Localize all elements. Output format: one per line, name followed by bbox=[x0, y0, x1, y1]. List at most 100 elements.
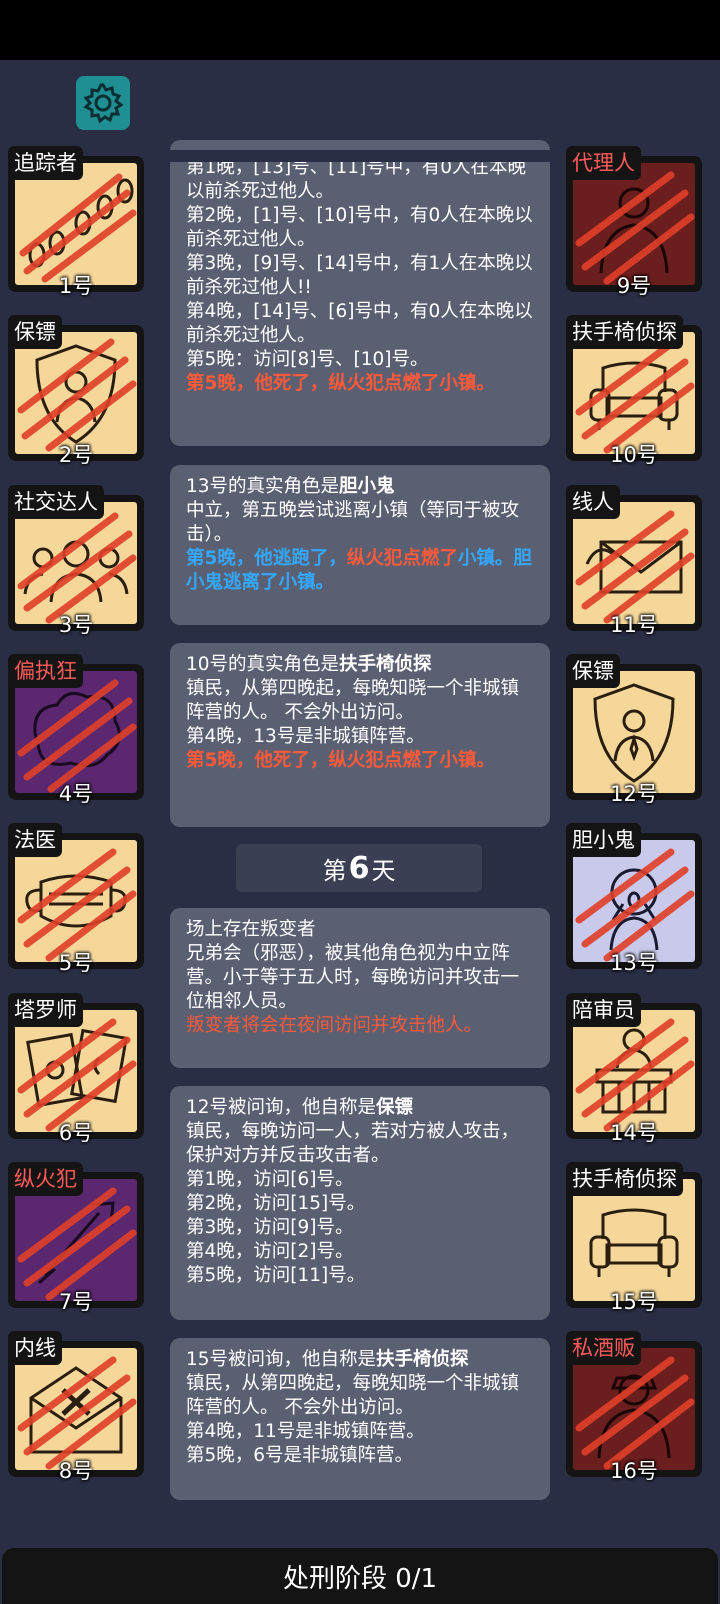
player-card-1[interactable]: 追踪者 1号 bbox=[8, 146, 144, 298]
log-line: 第1晚，访问[6]号。 bbox=[186, 1169, 354, 1190]
scratch-mark-icon bbox=[575, 340, 695, 454]
role-label: 代理人 bbox=[566, 146, 641, 180]
traitor-warning: 叛变者将会在夜间访问并攻击他人。 bbox=[186, 1015, 483, 1036]
role-description: 兄弟会（邪恶），被其他角色视为中立阵营。小于等于五人时，每晚访问并攻击一位相邻人… bbox=[186, 943, 520, 1012]
role-description: 中立，第五晚尝试逃离小镇（等同于被攻击）。 bbox=[186, 500, 520, 545]
log-line: 第4晚，[14]号、[6]号中，有0人在本晚以前杀死过他人。 bbox=[186, 301, 533, 346]
seat-number: 11号 bbox=[610, 613, 658, 637]
player-card-4[interactable]: 偏执狂 4号 bbox=[8, 654, 144, 806]
scratch-mark-icon bbox=[575, 1018, 695, 1132]
log-line: 第1晚，[13]号、[11]号中，有0人在本晚以前杀死过他人。 bbox=[186, 157, 526, 202]
seat-number: 9号 bbox=[616, 274, 652, 298]
scratch-mark-icon bbox=[17, 1356, 137, 1470]
claim-title: 12号被问询，他自称是 bbox=[186, 1097, 377, 1118]
seat-number: 6号 bbox=[58, 1121, 94, 1145]
scroll-mask bbox=[160, 150, 560, 162]
player-card-14[interactable]: 陪审员 14号 bbox=[566, 993, 702, 1145]
seat-number: 1号 bbox=[58, 274, 94, 298]
scratch-mark-icon bbox=[575, 510, 695, 624]
seat-number: 2号 bbox=[58, 443, 94, 467]
claim-role: 保镖 bbox=[376, 1097, 414, 1118]
reveal-role: 扶手椅侦探 bbox=[339, 654, 432, 675]
log-line: 第3晚，访问[9]号。 bbox=[186, 1217, 354, 1238]
scratch-mark-icon bbox=[17, 679, 137, 793]
role-label: 线人 bbox=[566, 485, 620, 519]
log-line: 第4晚，11号是非城镇阵营。 bbox=[186, 1421, 425, 1442]
claim-role: 扶手椅侦探 bbox=[376, 1349, 469, 1370]
log-line: 第4晚，访问[2]号。 bbox=[186, 1241, 354, 1262]
log-message-claim-15: 15号被问询，他自称是扶手椅侦探 镇民，从第四晚起，每晚知晓一个非城镇阵营的人。… bbox=[170, 1338, 550, 1500]
player-card-13[interactable]: 胆小鬼 13号 bbox=[566, 823, 702, 975]
role-label: 偏执狂 bbox=[8, 654, 83, 688]
scratch-mark-icon bbox=[17, 512, 137, 624]
role-label: 胆小鬼 bbox=[566, 823, 641, 857]
reveal-title: 10号的真实角色是 bbox=[186, 654, 340, 675]
role-description: 镇民，从第四晚起，每晚知晓一个非城镇阵营的人。 不会外出访问。 bbox=[186, 1373, 520, 1418]
role-label: 扶手椅侦探 bbox=[566, 1162, 683, 1196]
log-line: 第5晚，访问[11]号。 bbox=[186, 1265, 366, 1286]
seat-number: 8号 bbox=[58, 1459, 94, 1483]
role-label: 保镖 bbox=[8, 315, 62, 349]
scratch-mark-icon bbox=[17, 1018, 137, 1132]
player-card-10[interactable]: 扶手椅侦探 10号 bbox=[566, 315, 702, 467]
execution-phase-button[interactable]: 处刑阶段 0/1 bbox=[2, 1548, 718, 1604]
player-card-15[interactable]: 扶手椅侦探 15号 bbox=[566, 1162, 702, 1314]
role-label: 内线 bbox=[8, 1331, 62, 1365]
log-line: 第4晚，13号是非城镇阵营。 bbox=[186, 726, 425, 747]
scratch-mark-icon bbox=[17, 1187, 137, 1301]
status-bar bbox=[0, 0, 720, 60]
seat-number: 7号 bbox=[58, 1290, 94, 1314]
claim-title: 15号被问询，他自称是 bbox=[186, 1349, 377, 1370]
seat-number: 10号 bbox=[610, 443, 658, 467]
log-line: 第5晚，6号是非城镇阵营。 bbox=[186, 1445, 414, 1466]
reveal-role: 胆小鬼 bbox=[339, 476, 395, 497]
armchair-icon bbox=[589, 1208, 679, 1277]
seat-number: 16号 bbox=[610, 1459, 658, 1483]
seat-number: 3号 bbox=[58, 613, 94, 637]
seat-number: 15号 bbox=[610, 1290, 658, 1314]
scratch-mark-icon bbox=[575, 171, 695, 285]
player-card-8[interactable]: 内线 8号 bbox=[8, 1331, 144, 1483]
player-card-9[interactable]: 代理人 9号 bbox=[566, 146, 702, 298]
death-notice: 第5晚，他死了，纵火犯点燃了小镇。 bbox=[186, 373, 495, 394]
player-card-5[interactable]: 法医 5号 bbox=[8, 823, 144, 975]
role-label: 塔罗师 bbox=[8, 993, 83, 1027]
execution-phase-label: 处刑阶段 0/1 bbox=[282, 1563, 438, 1594]
seat-number: 13号 bbox=[610, 951, 658, 975]
role-label: 扶手椅侦探 bbox=[566, 315, 683, 349]
player-card-6[interactable]: 塔罗师 6号 bbox=[8, 993, 144, 1145]
role-label: 法医 bbox=[8, 823, 62, 857]
log-line: 第2晚，访问[15]号。 bbox=[186, 1193, 366, 1214]
gear-icon bbox=[83, 83, 124, 124]
role-label: 社交达人 bbox=[8, 485, 104, 519]
player-card-16[interactable]: 私酒贩 16号 bbox=[566, 1331, 702, 1483]
log-message-investigation: 第1晚，[13]号、[11]号中，有0人在本晚以前杀死过他人。 第2晚，[1]号… bbox=[170, 140, 550, 446]
log-line: 第5晚：访问[8]号、[10]号。 bbox=[186, 349, 429, 370]
scratch-mark-icon bbox=[575, 848, 695, 962]
role-label: 保镖 bbox=[566, 654, 620, 688]
scratch-mark-icon bbox=[17, 338, 137, 452]
player-card-2[interactable]: 保镖 2号 bbox=[8, 315, 144, 467]
role-description: 镇民，从第四晚起，每晚知晓一个非城镇阵营的人。 不会外出访问。 bbox=[186, 678, 520, 723]
bodyguard-shield-icon bbox=[593, 683, 675, 783]
role-description: 镇民，每晚访问一人，若对方被人攻击，保护对方并反击攻击者。 bbox=[186, 1121, 520, 1166]
role-label: 纵火犯 bbox=[8, 1162, 83, 1196]
role-label: 陪审员 bbox=[566, 993, 641, 1027]
player-card-11[interactable]: 线人 11号 bbox=[566, 485, 702, 637]
log-message-reveal-10: 10号的真实角色是扶手椅侦探 镇民，从第四晚起，每晚知晓一个非城镇阵营的人。 不… bbox=[170, 643, 550, 827]
settings-button[interactable] bbox=[76, 76, 130, 130]
seat-number: 4号 bbox=[58, 782, 94, 806]
scratch-mark-icon bbox=[17, 848, 137, 962]
death-notice: 第5晚，他死了，纵火犯点燃了小镇。 bbox=[186, 750, 495, 771]
escape-notice: 第5晚，他逃跑了， bbox=[186, 548, 347, 569]
player-card-12[interactable]: 保镖 12号 bbox=[566, 654, 702, 806]
reveal-title: 13号的真实角色是 bbox=[186, 476, 340, 497]
seat-number: 14号 bbox=[610, 1121, 658, 1145]
log-line: 第2晚，[1]号、[10]号中，有0人在本晚以前杀死过他人。 bbox=[186, 205, 533, 250]
player-card-3[interactable]: 社交达人 3号 bbox=[8, 485, 144, 637]
seat-number: 5号 bbox=[58, 951, 94, 975]
scratch-mark-icon bbox=[19, 173, 137, 283]
player-card-7[interactable]: 纵火犯 7号 bbox=[8, 1162, 144, 1314]
log-line: 第3晚，[9]号、[14]号中，有1人在本晚以前杀死过他人!! bbox=[186, 253, 533, 298]
traitor-title: 场上存在叛变者 bbox=[186, 919, 316, 940]
